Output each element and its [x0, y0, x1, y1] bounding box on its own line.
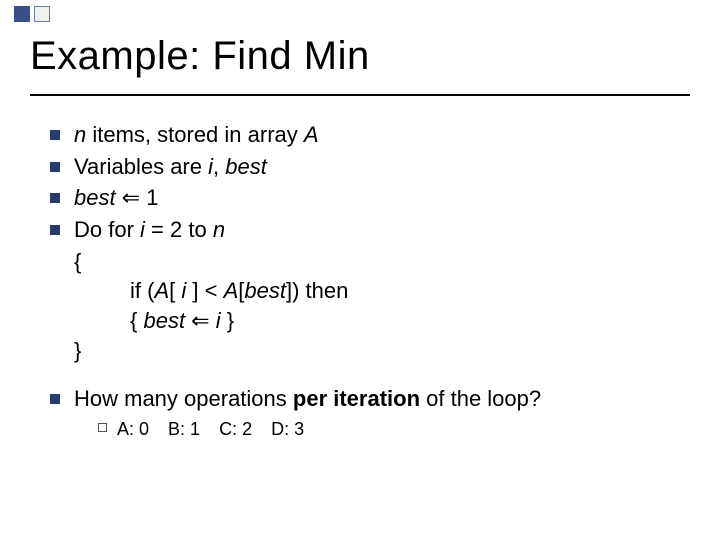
text: { [130, 308, 143, 333]
bullet-item: Do for i = 2 to n [50, 215, 680, 245]
assign-arrow-icon: ⇐ [116, 185, 147, 210]
assign-arrow-icon: ⇐ [185, 308, 216, 333]
text: [ [169, 278, 181, 303]
var-best: best [244, 278, 286, 303]
code-block-open: { [50, 247, 680, 277]
slide-content: n items, stored in array A Variables are… [50, 120, 680, 443]
bullet-item: best ⇐ 1 [50, 183, 680, 213]
accent-square-filled [14, 6, 30, 22]
var-a: A [224, 278, 239, 303]
bullet-item-question: How many operations per iteration of the… [50, 384, 680, 442]
bullet-icon [50, 162, 60, 172]
var-n: n [74, 122, 86, 147]
bullet-item: n items, stored in array A [50, 120, 680, 150]
var-best: best [74, 185, 116, 210]
spacer [50, 366, 680, 384]
text: ] < [186, 278, 223, 303]
emphasis: per iteration [293, 386, 420, 411]
bullet-item: Variables are i, best [50, 152, 680, 182]
var-best: best [225, 154, 267, 179]
var-a: A [154, 278, 169, 303]
bullet-icon [50, 225, 60, 235]
bullet-text: Variables are i, best [74, 152, 680, 182]
text: } [221, 308, 234, 333]
text: , [213, 154, 225, 179]
bullet-text: n items, stored in array A [74, 120, 680, 150]
code-line-assign: { best ⇐ i } [50, 306, 680, 336]
corner-accent [14, 6, 50, 22]
bullet-icon [50, 130, 60, 140]
literal: 1 [146, 185, 158, 210]
answer-choices: A: 0 B: 1 C: 2 D: 3 [98, 417, 680, 441]
choices-text: A: 0 B: 1 C: 2 D: 3 [117, 417, 308, 441]
title-underline [30, 94, 690, 96]
text: How many operations [74, 386, 293, 411]
question-text: How many operations per iteration of the… [74, 384, 680, 442]
code-block-close: } [50, 336, 680, 366]
text: Variables are [74, 154, 208, 179]
choice-a: A: 0 [117, 417, 149, 441]
choice-c: C: 2 [219, 417, 252, 441]
slide-title: Example: Find Min [30, 34, 370, 79]
text: of the loop? [420, 386, 541, 411]
bullet-text: Do for i = 2 to n [74, 215, 680, 245]
bullet-icon [50, 193, 60, 203]
bullet-text: best ⇐ 1 [74, 183, 680, 213]
bullet-icon [50, 394, 60, 404]
slide: Example: Find Min n items, stored in arr… [0, 0, 720, 540]
accent-square-outline [34, 6, 50, 22]
text: if ( [130, 278, 154, 303]
text: = 2 to [145, 217, 213, 242]
code-line-if: if (A[ i ] < A[best]) then [50, 276, 680, 306]
var-best: best [143, 308, 185, 333]
text: items, stored in array [86, 122, 304, 147]
var-n: n [213, 217, 225, 242]
sub-bullet-icon [98, 423, 107, 432]
text: ]) then [286, 278, 348, 303]
text: Do for [74, 217, 140, 242]
choice-d: D: 3 [271, 417, 304, 441]
choice-b: B: 1 [168, 417, 200, 441]
var-a: A [304, 122, 319, 147]
